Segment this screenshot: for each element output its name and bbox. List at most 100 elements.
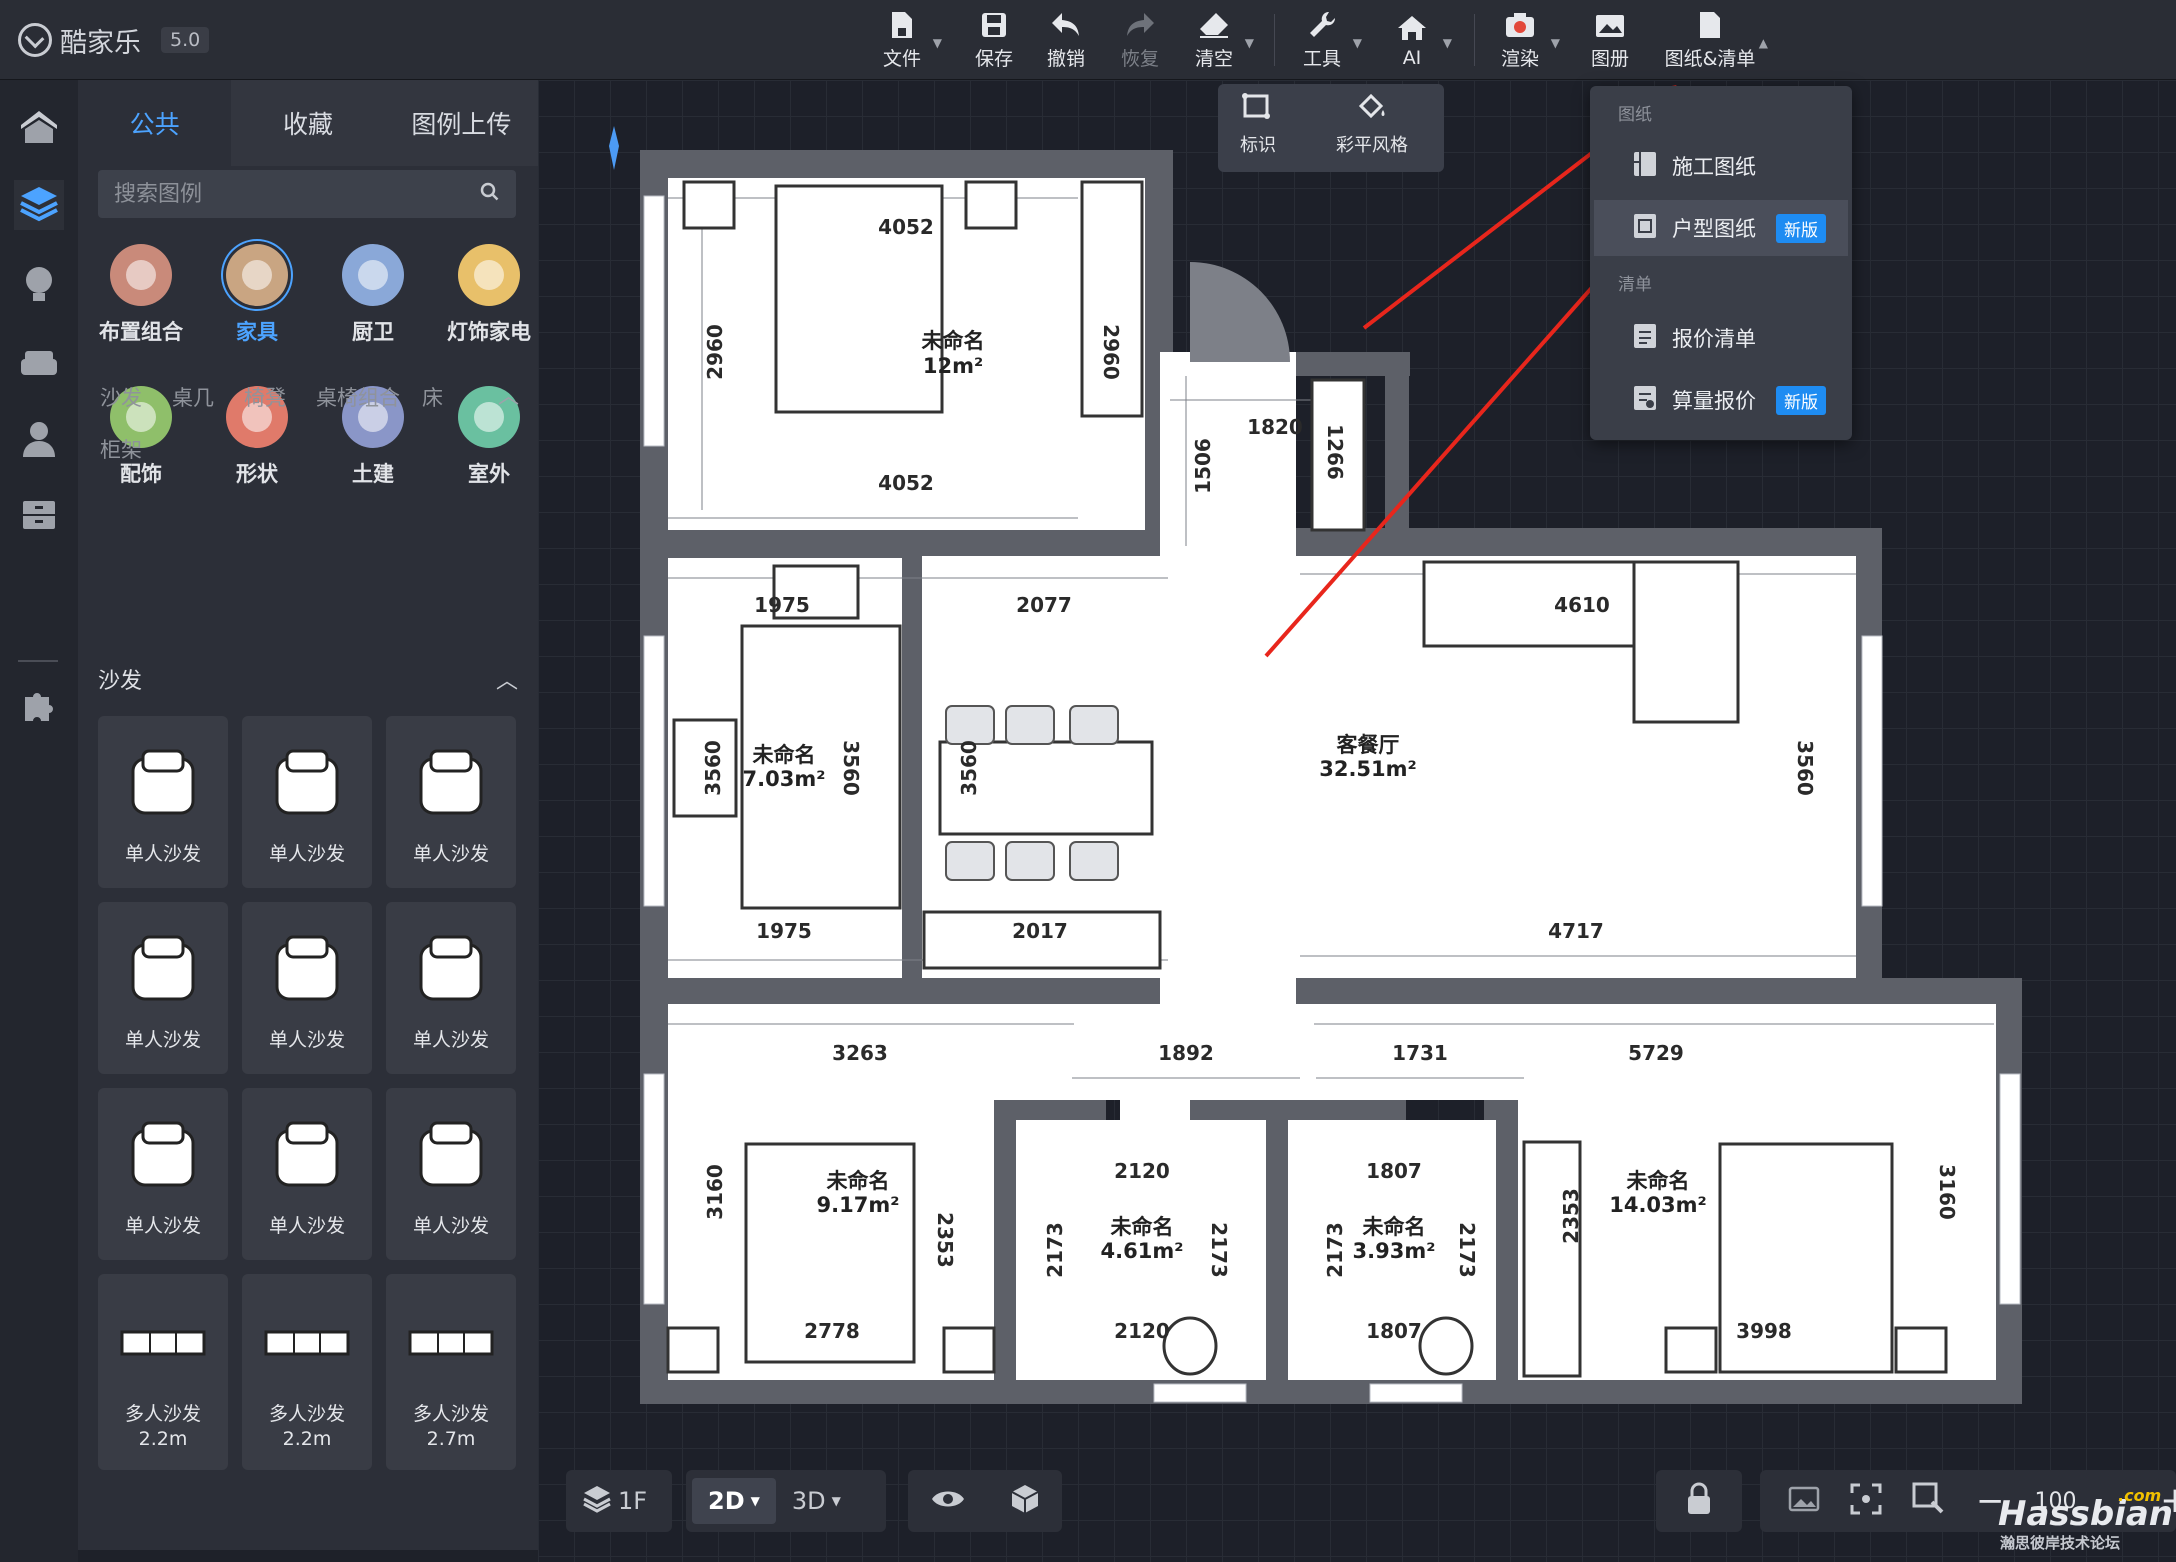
category-label: 室外 <box>468 462 510 486</box>
dimension-label: 3560 <box>701 740 725 796</box>
dimension-label: 2120 <box>1114 1319 1170 1343</box>
toolbar-render-button[interactable]: 渲染 ▼ <box>1484 6 1560 74</box>
sofa-item-card[interactable]: 多人沙发 2.2m <box>242 1274 372 1470</box>
cube-icon[interactable] <box>1009 1483 1041 1519</box>
lock-toggle[interactable] <box>1656 1470 1742 1532</box>
menu-item-quote-list[interactable]: 报价清单 <box>1594 310 1848 366</box>
sofa-item-card[interactable]: 单人沙发 <box>98 902 228 1074</box>
tab-upload[interactable]: 图例上传 <box>384 80 538 166</box>
sofa-item-card[interactable]: 单人沙发 <box>242 1088 372 1260</box>
toolbar-ai-button[interactable]: AI ▼ <box>1376 6 1452 74</box>
view-3d-button[interactable]: 3D ▼ <box>776 1478 857 1524</box>
floor-selector[interactable]: 1F <box>566 1470 672 1532</box>
tab-public[interactable]: 公共 <box>78 80 232 166</box>
menu-item-quantity-quote[interactable]: 算量报价 新版 <box>1594 372 1848 428</box>
subcategory-table[interactable]: 桌几 <box>172 382 214 412</box>
floor-layers-icon <box>582 1483 612 1519</box>
sofa-item-card[interactable]: 多人沙发 2.7m <box>386 1274 516 1470</box>
section-header[interactable]: 沙发 ︿ <box>98 662 518 696</box>
lock-icon <box>1685 1482 1713 1520</box>
quote-list-icon <box>1632 322 1658 355</box>
watermark: Hassbian .com 瀚思彼岸技术论坛 <box>1998 1486 2173 1552</box>
subcategory-table-chair-set[interactable]: 桌椅组合 <box>316 382 400 412</box>
app-name: 酷家乐 <box>60 27 141 59</box>
room-area: 9.17m² <box>817 1193 900 1217</box>
album-icon <box>1593 9 1627 41</box>
toolbar-tools-button[interactable]: 工具 ▼ <box>1286 6 1362 74</box>
sofa-item-card[interactable]: 单人沙发 <box>98 1088 228 1260</box>
eye-icon[interactable] <box>930 1487 966 1515</box>
search-icon[interactable] <box>480 182 500 206</box>
collapse-chevron-icon[interactable]: ︿ <box>498 380 519 410</box>
dimension-label: 2017 <box>1012 919 1068 943</box>
sofa-item-card[interactable]: 单人沙发 <box>242 716 372 888</box>
subtool-dimension-button[interactable]: 标识 <box>1240 92 1276 157</box>
toolbar-redo-button[interactable]: 恢复 <box>1104 6 1176 74</box>
toolbar-separator <box>1474 14 1475 66</box>
zoom-region-icon[interactable] <box>1912 1482 1946 1520</box>
view-2d-button[interactable]: 2D ▼ <box>692 1478 776 1524</box>
dimension-label: 2353 <box>933 1212 957 1268</box>
save-icon <box>977 9 1011 41</box>
room-area: 4.61m² <box>1101 1239 1184 1263</box>
rail-user-button[interactable] <box>14 416 64 466</box>
app-logo[interactable]: 酷家乐 5.0 <box>18 18 210 62</box>
image-icon[interactable] <box>1788 1486 1820 1516</box>
lightbulb-icon <box>22 265 56 309</box>
room-name: 未命名 <box>1627 1169 1690 1193</box>
rail-library-button[interactable] <box>14 180 64 230</box>
sofa-item-card[interactable]: 单人沙发 <box>242 902 372 1074</box>
category-item[interactable]: 家具 <box>202 244 312 374</box>
rail-plugin-button[interactable] <box>14 684 64 734</box>
new-badge: 新版 <box>1776 385 1826 415</box>
toolbar-file-button[interactable]: 文件 ▼ <box>866 6 942 74</box>
category-item[interactable]: 布置组合 <box>86 244 196 374</box>
sofa-item-size: 2.7m <box>426 1427 476 1450</box>
toolbar-drawing-list-button[interactable]: 图纸&清单 ▲ <box>1660 6 1768 74</box>
toolbar-clear-button[interactable]: 清空 ▼ <box>1178 6 1254 74</box>
subtoolbar-popup: 标识 彩平风格 <box>1218 84 1444 172</box>
sofa-thumbnail-icon <box>408 1318 494 1368</box>
watermark-suffix: .com <box>2118 1486 2162 1505</box>
category-item[interactable]: 室外 <box>434 386 544 516</box>
dimension-label: 4610 <box>1554 593 1610 617</box>
category-icon-glyph <box>358 260 388 290</box>
rail-lightbulb-button[interactable] <box>14 262 64 312</box>
subcategory-bed[interactable]: 床 <box>422 382 443 412</box>
rail-cabinet-button[interactable] <box>14 492 64 542</box>
subcategory-sofa[interactable]: 沙发 <box>100 382 142 412</box>
watermark-subtitle: 瀚思彼岸技术论坛 <box>2000 1534 2121 1552</box>
toolbar-album-button[interactable]: 图册 <box>1574 6 1646 74</box>
dimension-label: 3560 <box>839 740 863 796</box>
subtool-color-style-button[interactable]: 彩平风格 <box>1336 92 1408 157</box>
camera-icon <box>1503 9 1537 41</box>
fit-view-icon[interactable] <box>1850 1483 1882 1519</box>
rail-floorplan-button[interactable] <box>14 104 64 154</box>
dimension-label: 2173 <box>1323 1222 1347 1278</box>
search-input[interactable] <box>114 181 454 207</box>
chevron-up-icon[interactable]: ︿ <box>496 663 518 695</box>
floorplan-drawing[interactable]: 未命名 12m² 未命名 7.03m² 客餐厅 32.51m² 未命名 9.17… <box>538 80 2176 1562</box>
category-item[interactable]: 灯饰家电 <box>434 244 544 374</box>
sofa-item-card[interactable]: 单人沙发 <box>386 902 516 1074</box>
sofa-item-label: 多人沙发 <box>268 1403 345 1425</box>
sofa-item-label: 单人沙发 <box>124 1029 201 1051</box>
app-version-badge: 5.0 <box>161 27 210 53</box>
menu-item-construction-drawing[interactable]: 施工图纸 <box>1594 138 1848 194</box>
design-canvas[interactable]: 未命名 12m² 未命名 7.03m² 客餐厅 32.51m² 未命名 9.17… <box>538 80 2176 1562</box>
rail-sofa-button[interactable] <box>14 340 64 390</box>
subcategory-chair[interactable]: 椅凳 <box>244 382 286 412</box>
toolbar-undo-button[interactable]: 撤销 <box>1030 6 1102 74</box>
category-item[interactable]: 厨卫 <box>318 244 428 374</box>
sofa-item-size: 2.2m <box>138 1427 188 1450</box>
sofa-item-card[interactable]: 多人沙发 2.2m <box>98 1274 228 1470</box>
sofa-item-card[interactable]: 单人沙发 <box>98 716 228 888</box>
dimension-label: 1975 <box>756 919 812 943</box>
subcategory-cabinet[interactable]: 柜架 <box>100 434 142 464</box>
sofa-item-card[interactable]: 单人沙发 <box>386 1088 516 1260</box>
dimension-label: 2173 <box>1043 1222 1067 1278</box>
toolbar-save-button[interactable]: 保存 <box>958 6 1030 74</box>
tab-favorites[interactable]: 收藏 <box>231 80 385 166</box>
menu-item-floorplan-drawing[interactable]: 户型图纸 新版 <box>1594 200 1848 256</box>
sofa-item-card[interactable]: 单人沙发 <box>386 716 516 888</box>
